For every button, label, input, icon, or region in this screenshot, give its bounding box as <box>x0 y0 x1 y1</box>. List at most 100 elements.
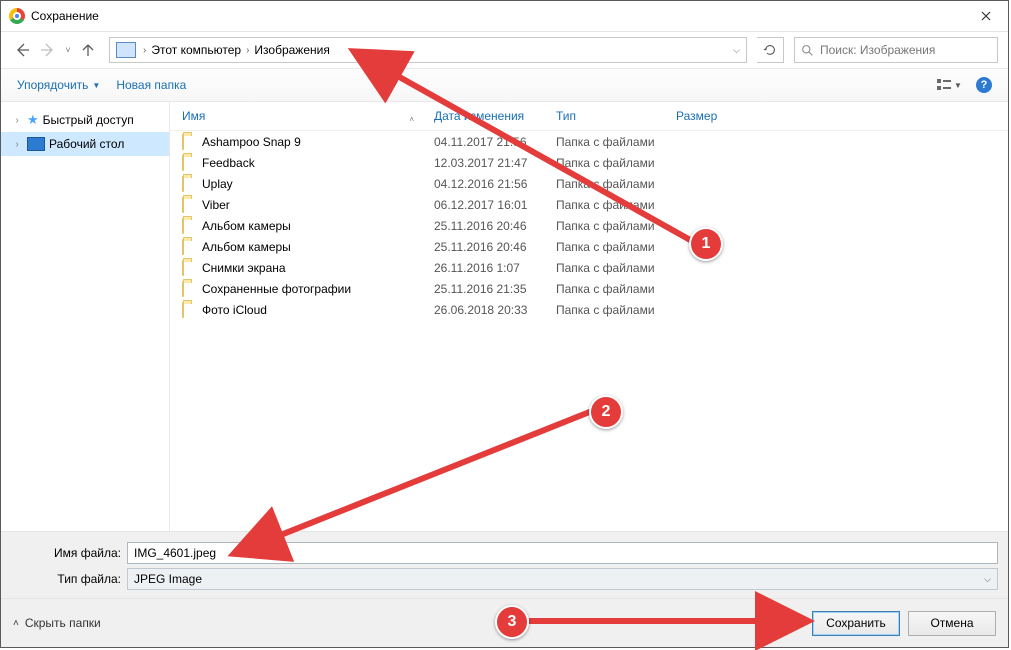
recent-locations-dropdown[interactable]: ˅ <box>63 45 73 55</box>
folder-icon <box>182 197 184 213</box>
table-row[interactable]: Viber06.12.2017 16:01Папка с файлами <box>170 194 1008 215</box>
breadcrumb-current[interactable]: Изображения <box>252 43 331 57</box>
filetype-value: JPEG Image <box>134 572 202 586</box>
back-button[interactable] <box>11 39 33 61</box>
filename-input[interactable] <box>127 542 998 564</box>
view-options-button[interactable]: ▼ <box>936 78 964 92</box>
cell-date: 04.12.2016 21:56 <box>434 177 556 191</box>
save-button[interactable]: Сохранить <box>812 611 900 636</box>
folder-icon <box>182 239 184 255</box>
cell-date: 26.06.2018 20:33 <box>434 303 556 317</box>
chevron-right-icon[interactable]: › <box>11 115 23 126</box>
refresh-icon <box>763 43 777 57</box>
view-icon <box>936 78 952 92</box>
table-row[interactable]: Альбом камеры25.11.2016 20:46Папка с фай… <box>170 236 1008 257</box>
hide-folders-label: Скрыть папки <box>25 616 101 630</box>
folder-icon <box>182 260 184 276</box>
cell-name: Альбом камеры <box>202 240 434 254</box>
search-placeholder: Поиск: Изображения <box>820 43 935 57</box>
up-button[interactable] <box>77 39 99 61</box>
new-folder-button[interactable]: Новая папка <box>110 74 192 96</box>
filetype-label: Тип файла: <box>11 572 127 586</box>
folder-icon <box>182 134 184 150</box>
save-dialog-window: Сохранение ˅ › Этот компьютер › Изображе… <box>0 0 1009 648</box>
cell-date: 26.11.2016 1:07 <box>434 261 556 275</box>
organize-button[interactable]: Упорядочить ▼ <box>11 74 106 96</box>
cell-name: Альбом камеры <box>202 219 434 233</box>
window-title: Сохранение <box>31 9 963 23</box>
arrow-right-icon <box>40 42 56 58</box>
toolbar: Упорядочить ▼ Новая папка ▼ ? <box>1 68 1008 102</box>
sidebar-item-label: Быстрый доступ <box>43 113 134 127</box>
desktop-icon <box>27 137 45 151</box>
chevron-right-icon: › <box>243 45 252 56</box>
save-button-label: Сохранить <box>826 616 886 630</box>
cell-type: Папка с файлами <box>556 240 706 254</box>
content-area: › ★ Быстрый доступ › Рабочий стол Имя ˄ … <box>1 102 1008 531</box>
table-row[interactable]: Сохраненные фотографии25.11.2016 21:35Па… <box>170 278 1008 299</box>
help-button[interactable]: ? <box>976 77 992 93</box>
hide-folders-button[interactable]: ˄ Скрыть папки <box>13 616 101 630</box>
cell-date: 25.11.2016 21:35 <box>434 282 556 296</box>
this-pc-icon <box>116 42 136 58</box>
action-bar: ˄ Скрыть папки Сохранить Отмена <box>1 598 1008 647</box>
cell-date: 25.11.2016 20:46 <box>434 219 556 233</box>
table-row[interactable]: Uplay04.12.2016 21:56Папка с файлами <box>170 173 1008 194</box>
file-list-pane: Имя ˄ Дата изменения Тип Размер Ashampoo… <box>170 102 1008 531</box>
close-button[interactable] <box>963 1 1008 31</box>
cell-type: Папка с файлами <box>556 198 706 212</box>
cell-date: 04.11.2017 21:56 <box>434 135 556 149</box>
refresh-button[interactable] <box>757 37 784 63</box>
cell-name: Фото iCloud <box>202 303 434 317</box>
sidebar-item-label: Рабочий стол <box>49 137 124 151</box>
chevron-right-icon[interactable]: › <box>11 139 23 150</box>
chevron-down-icon: ▼ <box>92 81 100 90</box>
sidebar-item-quick-access[interactable]: › ★ Быстрый доступ <box>1 108 169 132</box>
search-icon <box>801 44 814 57</box>
chrome-icon <box>9 8 25 24</box>
search-input[interactable]: Поиск: Изображения <box>794 37 998 63</box>
filename-panel: Имя файла: Тип файла: JPEG Image ⌵ <box>1 531 1008 598</box>
filetype-select[interactable]: JPEG Image ⌵ <box>127 568 998 590</box>
column-headers: Имя ˄ Дата изменения Тип Размер <box>170 102 1008 131</box>
cell-date: 12.03.2017 21:47 <box>434 156 556 170</box>
chevron-down-icon: ⌵ <box>984 574 991 585</box>
table-row[interactable]: Фото iCloud26.06.2018 20:33Папка с файла… <box>170 299 1008 320</box>
column-type[interactable]: Тип <box>556 109 676 123</box>
file-rows: Ashampoo Snap 904.11.2017 21:56Папка с ф… <box>170 131 1008 320</box>
organize-label: Упорядочить <box>17 78 88 92</box>
forward-button[interactable] <box>37 39 59 61</box>
cell-name: Viber <box>202 198 434 212</box>
title-bar: Сохранение <box>1 1 1008 32</box>
chevron-right-icon: › <box>140 45 149 56</box>
column-size[interactable]: Размер <box>676 109 776 123</box>
sort-indicator-icon: ˄ <box>409 115 414 124</box>
cell-date: 06.12.2017 16:01 <box>434 198 556 212</box>
address-bar[interactable]: › Этот компьютер › Изображения ⌵ <box>109 37 747 63</box>
cell-name: Сохраненные фотографии <box>202 282 434 296</box>
table-row[interactable]: Feedback12.03.2017 21:47Папка с файлами <box>170 152 1008 173</box>
column-modified[interactable]: Дата изменения <box>434 109 556 123</box>
table-row[interactable]: Альбом камеры25.11.2016 20:46Папка с фай… <box>170 215 1008 236</box>
table-row[interactable]: Снимки экрана26.11.2016 1:07Папка с файл… <box>170 257 1008 278</box>
folder-icon <box>182 176 184 192</box>
cell-type: Папка с файлами <box>556 261 706 275</box>
chevron-up-icon: ˄ <box>13 618 19 629</box>
arrow-left-icon <box>14 42 30 58</box>
cell-name: Feedback <box>202 156 434 170</box>
table-row[interactable]: Ashampoo Snap 904.11.2017 21:56Папка с ф… <box>170 131 1008 152</box>
arrow-up-icon <box>80 42 96 58</box>
breadcrumb-root[interactable]: Этот компьютер <box>149 43 243 57</box>
folder-icon <box>182 302 184 318</box>
sidebar-item-desktop[interactable]: › Рабочий стол <box>1 132 169 156</box>
cell-type: Папка с файлами <box>556 135 706 149</box>
close-icon <box>981 11 991 21</box>
cancel-button-label: Отмена <box>930 616 973 630</box>
chevron-down-icon[interactable]: ⌵ <box>733 45 740 56</box>
folder-icon <box>182 155 184 171</box>
column-name[interactable]: Имя ˄ <box>182 109 434 123</box>
cancel-button[interactable]: Отмена <box>908 611 996 636</box>
cell-name: Ashampoo Snap 9 <box>202 135 434 149</box>
cell-type: Папка с файлами <box>556 177 706 191</box>
cell-type: Папка с файлами <box>556 156 706 170</box>
